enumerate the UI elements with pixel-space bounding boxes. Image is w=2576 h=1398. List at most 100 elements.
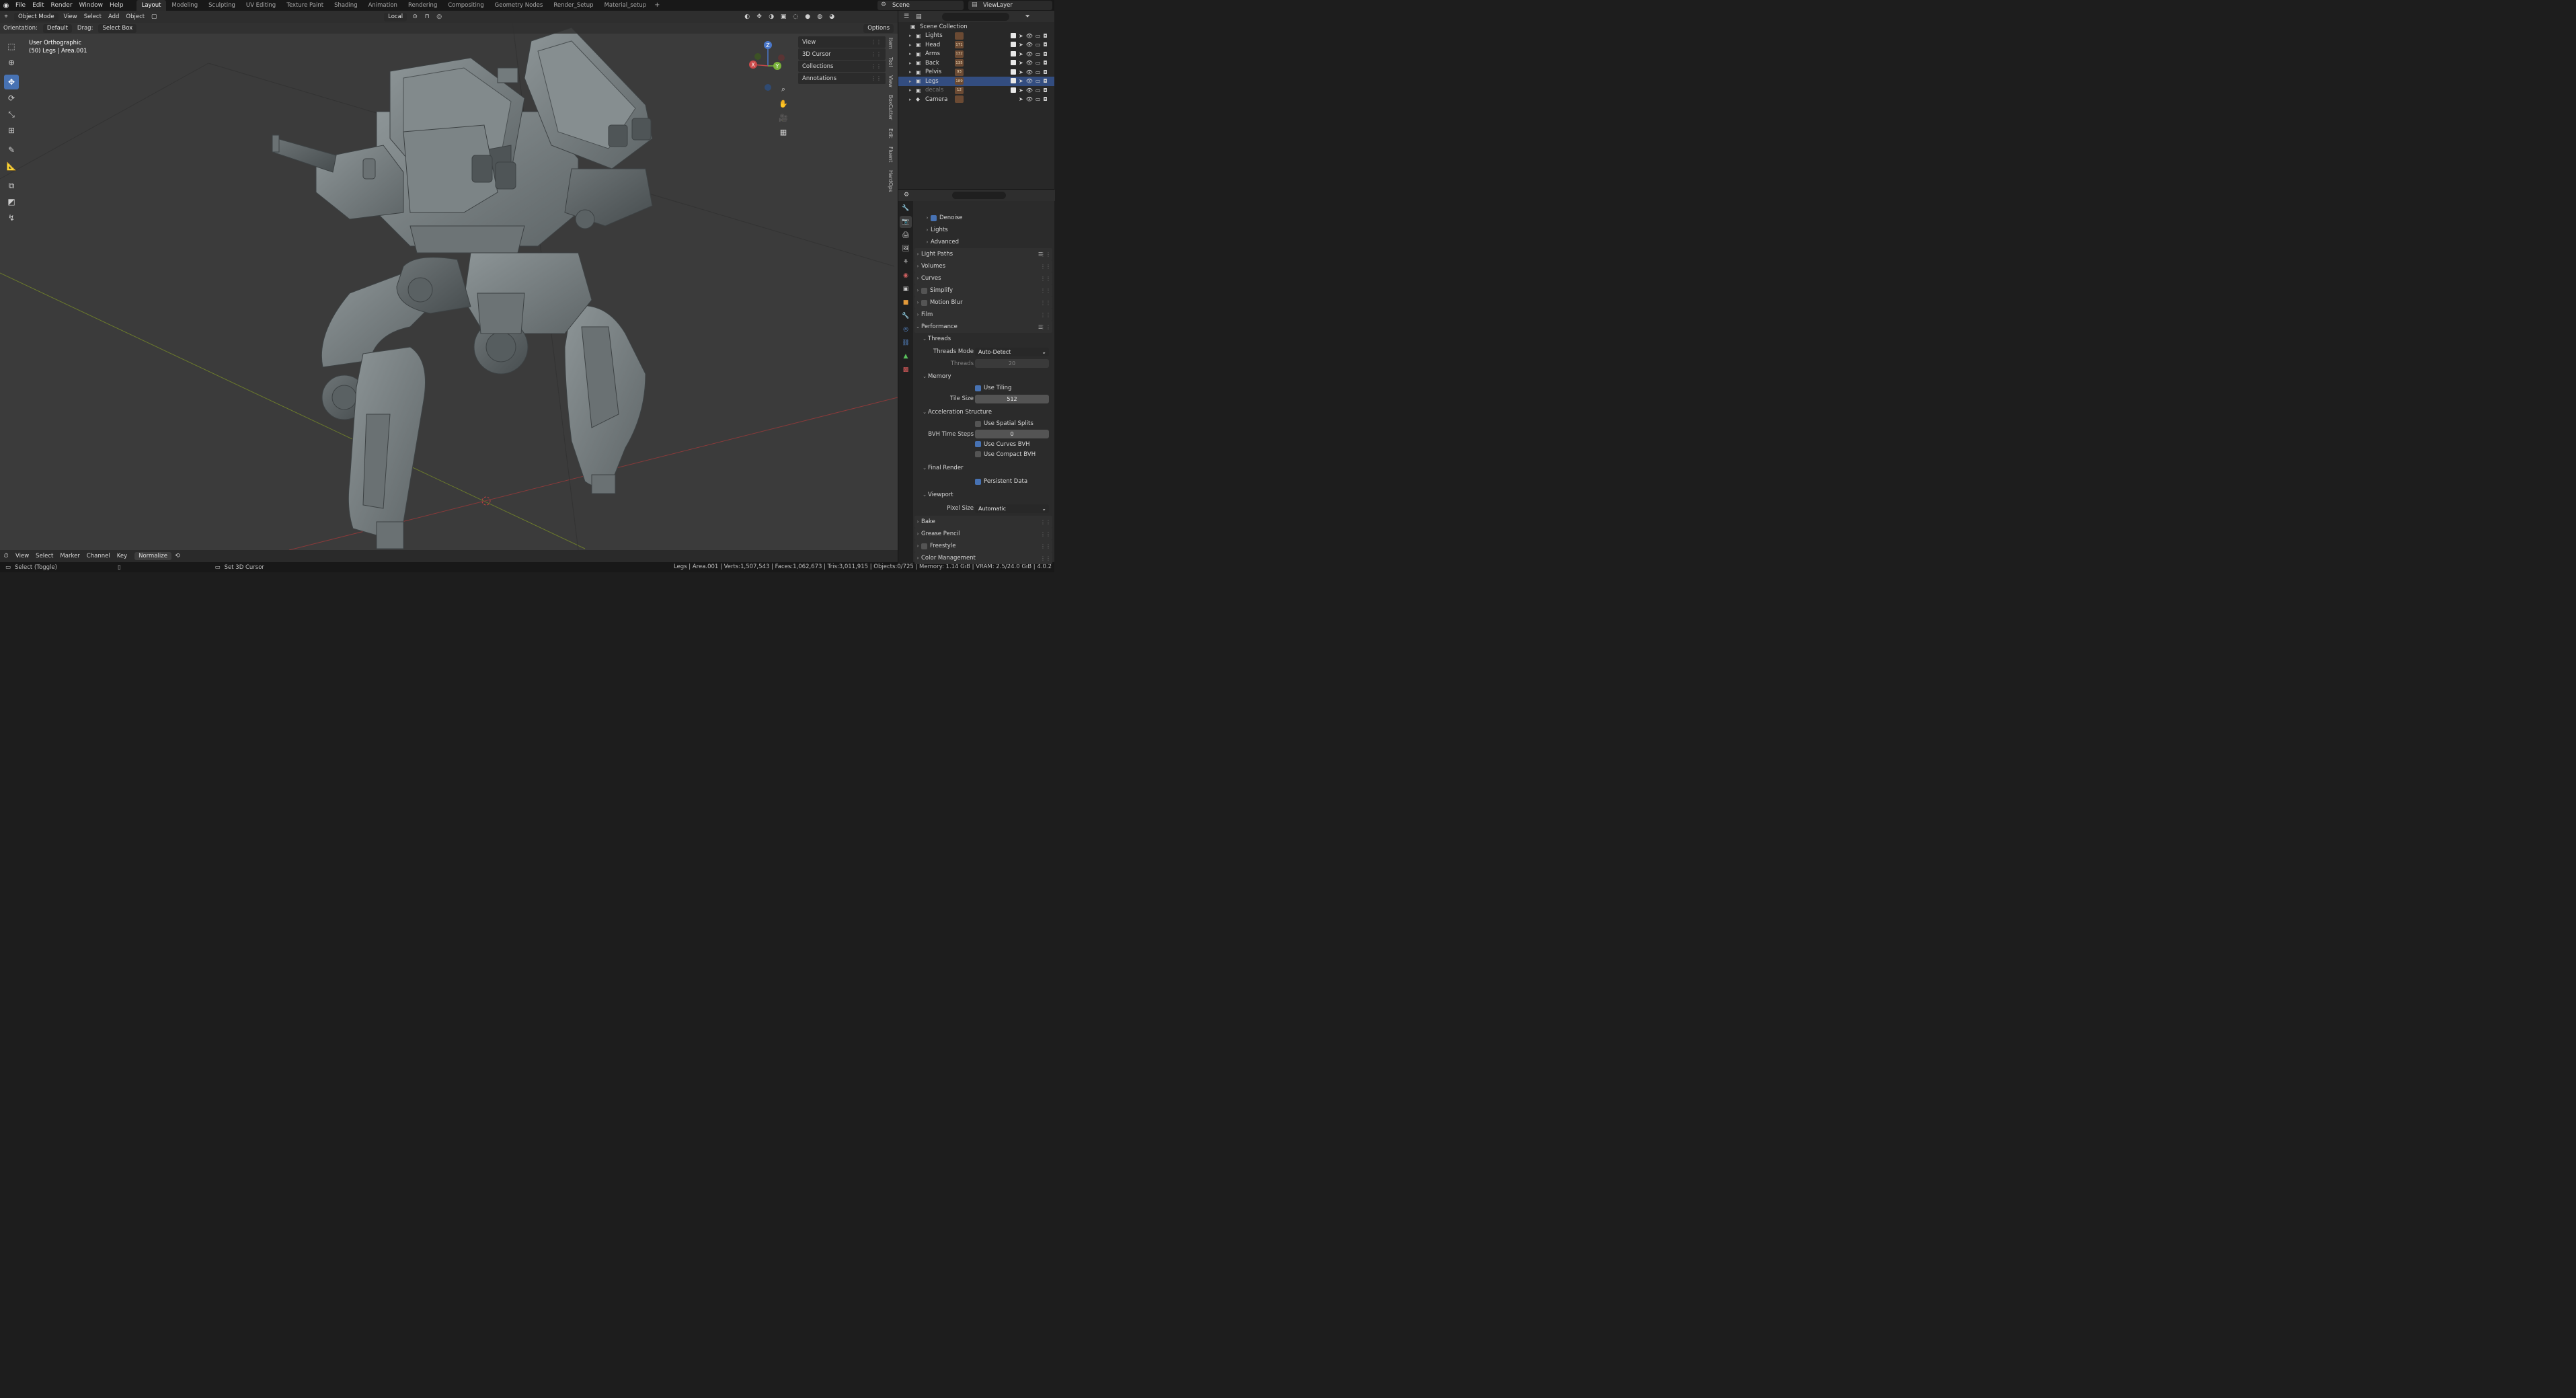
subpanel-denoise[interactable]: › Denoise [914, 212, 1052, 224]
panel-performance[interactable]: ⌄ Performance ☰ ⋮⋮ [914, 321, 1052, 333]
outliner-row-lights[interactable]: ▸ ▣ Lights ➤ 👁 ▭ ◘ [898, 32, 1054, 41]
side-tab-item[interactable]: Item [888, 38, 894, 49]
tool-tab-icon[interactable]: 🔧 [900, 202, 912, 215]
side-tab-boxcutter[interactable]: BoxCutter [888, 95, 894, 120]
outliner-row-pelvis[interactable]: ▸ ▣ Pelvis 93 ➤ 👁 ▭ ◘ [898, 68, 1054, 77]
side-tab-edit[interactable]: Edit [888, 128, 894, 139]
gizmo-toggle-icon[interactable]: ✥ [754, 12, 764, 22]
properties-search-input[interactable] [952, 192, 1006, 199]
pan-hand-icon[interactable]: ✋ [777, 98, 789, 110]
render-camera-icon[interactable]: ◘ [1043, 60, 1047, 66]
side-tab-view[interactable]: View [888, 75, 894, 87]
display-mode-icon[interactable]: ▤ [916, 13, 922, 20]
object-tab-icon[interactable]: ■ [900, 297, 912, 309]
tab-material-setup[interactable]: Material_setup [599, 0, 652, 11]
modifier-tab-icon[interactable]: 🔧 [900, 310, 912, 322]
viewport-icon[interactable]: ▭ [1036, 96, 1041, 102]
chevron-right-icon[interactable]: ▸ [909, 87, 916, 93]
outliner-search-input[interactable] [941, 12, 1009, 21]
subpanel-threads[interactable]: ⌄ Threads [914, 333, 1052, 345]
boxcutter-icon[interactable]: ◩ [4, 194, 19, 209]
viewport-icon[interactable]: ▭ [1036, 69, 1041, 75]
compact-bvh-toggle[interactable]: Use Compact BVH [975, 451, 1036, 458]
npanel-annotations[interactable]: Annotations ⋮⋮ [798, 73, 886, 84]
add-workspace-button[interactable]: + [652, 0, 662, 11]
options-dropdown[interactable]: Options [863, 24, 894, 33]
outliner-row-camera[interactable]: ▸ ◆ Camera ➤ 👁 ▭ ◘ [898, 95, 1054, 104]
tab-animation[interactable]: Animation [363, 0, 403, 11]
simplify-checkbox[interactable] [921, 287, 927, 294]
properties-editor-icon[interactable]: ⚙ [904, 192, 909, 198]
eye-icon[interactable]: 👁 [1026, 60, 1033, 66]
subpanel-memory[interactable]: ⌄ Memory [914, 371, 1052, 383]
measure-icon[interactable]: 📐 [4, 159, 19, 173]
panel-film[interactable]: › Film ⋮⋮ [914, 309, 1052, 321]
transform-orientation-dropdown[interactable]: Local [384, 12, 407, 22]
timeline-menu-key[interactable]: Key [114, 551, 130, 561]
normalize-toggle[interactable]: Normalize [134, 552, 171, 560]
physics-tab-icon[interactable]: ◎ [900, 323, 912, 336]
npanel-3d-cursor[interactable]: 3D Cursor ⋮⋮ [798, 48, 886, 60]
chevron-right-icon[interactable]: ▸ [909, 61, 916, 66]
add-cube-icon[interactable]: ⧉ [4, 178, 19, 193]
tab-geometry-nodes[interactable]: Geometry Nodes [490, 0, 549, 11]
timeline-menu-select[interactable]: Select [32, 551, 56, 561]
side-tab-tool[interactable]: Tool [888, 57, 894, 67]
menu-select[interactable]: Select [81, 11, 105, 22]
camera-view-icon[interactable]: 🎥 [777, 112, 789, 124]
panel-volumes[interactable]: › Volumes ⋮⋮ [914, 260, 1052, 272]
ortho-grid-icon[interactable]: ▦ [777, 126, 789, 138]
rendered-shading-icon[interactable]: ◕ [827, 12, 836, 22]
render-tab-icon[interactable]: 📷 [900, 216, 912, 228]
panel-freestyle[interactable]: › Freestyle ⋮⋮ [914, 540, 1052, 552]
material-shading-icon[interactable]: ◍ [815, 12, 824, 22]
snap-icon[interactable]: ⊓ [422, 12, 432, 22]
view-layer-selector[interactable]: ▤ ViewLayer [968, 1, 1052, 10]
object-mode-dropdown[interactable]: Object Mode [14, 12, 58, 22]
scene-selector[interactable]: ⚙ Scene [877, 1, 964, 10]
timeline-menu-channel[interactable]: Channel [83, 551, 114, 561]
3d-viewport[interactable]: ⌖ Object Mode View Select Add Object ▢ L… [0, 11, 898, 550]
refresh-icon[interactable]: ⟲ [173, 551, 182, 561]
visibility-icon[interactable]: ◐ [742, 12, 752, 22]
pivot-icon[interactable]: ⊙ [410, 12, 420, 22]
eye-icon[interactable]: 👁 [1026, 42, 1033, 48]
chevron-right-icon[interactable]: ▸ [909, 42, 916, 48]
selectable-icon[interactable]: ➤ [1019, 42, 1023, 48]
render-camera-icon[interactable]: ◘ [1043, 69, 1047, 75]
transform-icon[interactable]: ⊞ [4, 123, 19, 138]
filter-icon[interactable]: ⏷ [1025, 13, 1030, 20]
use-tiling-checkbox[interactable] [975, 385, 981, 391]
data-tab-icon[interactable]: ▲ [900, 350, 912, 362]
exclude-checkbox[interactable] [1011, 60, 1016, 66]
render-camera-icon[interactable]: ◘ [1043, 78, 1047, 84]
outliner-editor-icon[interactable]: ☰ [904, 13, 909, 20]
motion-blur-checkbox[interactable] [921, 299, 927, 306]
xray-icon[interactable]: ▣ [779, 12, 788, 22]
timeline-menu-marker[interactable]: Marker [56, 551, 83, 561]
tab-uv-editing[interactable]: UV Editing [241, 0, 281, 11]
tab-modeling[interactable]: Modeling [166, 0, 203, 11]
cursor-icon[interactable]: ⊕ [4, 55, 19, 70]
eye-icon[interactable]: 👁 [1026, 96, 1033, 102]
selectable-icon[interactable]: ➤ [1019, 87, 1023, 93]
tab-render-setup[interactable]: Render_Setup [548, 0, 598, 11]
compact-bvh-checkbox[interactable] [975, 451, 981, 457]
bvh-steps-field[interactable]: 0 [975, 430, 1049, 438]
panel-bake[interactable]: › Bake ⋮⋮ [914, 516, 1052, 528]
annotate-icon[interactable]: ✎ [4, 143, 19, 157]
exclude-checkbox[interactable] [1011, 42, 1016, 48]
viewport-icon[interactable]: ▭ [1036, 87, 1041, 93]
menu-help[interactable]: Help [106, 0, 127, 11]
menu-object[interactable]: Object [122, 11, 148, 22]
subpanel-acceleration[interactable]: ⌄ Acceleration Structure [914, 406, 1052, 418]
pixel-size-dropdown[interactable]: Automatic ⌄ [975, 504, 1049, 513]
denoise-checkbox[interactable] [931, 215, 937, 221]
view-layer-tab-icon[interactable]: 🖼 [900, 243, 912, 255]
tab-rendering[interactable]: Rendering [403, 0, 442, 11]
chevron-right-icon[interactable]: ▸ [909, 97, 916, 102]
outliner-row-legs[interactable]: ▸ ▣ Legs 189 ➤ 👁 ▭ ◘ [898, 77, 1054, 86]
eye-icon[interactable]: 👁 [1026, 69, 1033, 75]
menu-render[interactable]: Render [48, 0, 76, 11]
chevron-right-icon[interactable]: ▸ [909, 33, 916, 38]
